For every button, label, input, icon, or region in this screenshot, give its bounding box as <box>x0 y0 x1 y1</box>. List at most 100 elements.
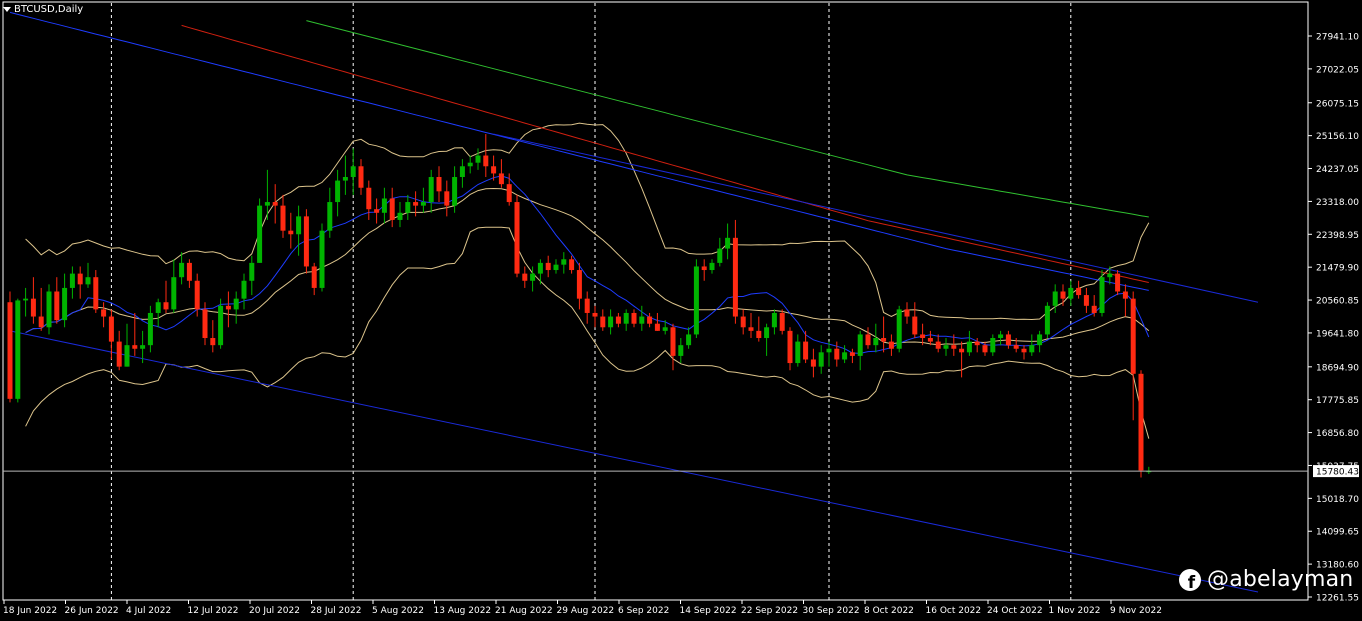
candle-body <box>264 202 270 206</box>
candle-body <box>358 166 364 188</box>
candle-body <box>927 338 933 342</box>
candle-body <box>467 162 473 167</box>
y-tick-label: 19641.80 <box>1316 329 1359 339</box>
candle-body <box>803 341 809 360</box>
symbol-text: BTCUSD,Daily <box>14 3 84 15</box>
watermark-handle: @abelayman <box>1207 567 1354 592</box>
candle-body <box>904 309 910 317</box>
candle-body <box>342 177 348 181</box>
y-tick-label: 22398.95 <box>1316 231 1359 241</box>
candle-body <box>116 341 122 367</box>
candle-body <box>935 341 941 349</box>
candle-body <box>623 312 629 324</box>
candle-body <box>1115 273 1121 292</box>
candle-body <box>319 230 325 288</box>
symbol-label[interactable]: BTCUSD,Daily <box>3 2 83 16</box>
candle-body <box>522 273 528 281</box>
x-tick-label: 6 Sep 2022 <box>618 606 669 616</box>
candle-body <box>335 180 341 203</box>
candle-body <box>397 212 403 220</box>
candle-body <box>23 298 29 301</box>
candle-body <box>740 316 746 328</box>
candle-body <box>1029 345 1035 353</box>
candle-body <box>30 298 36 317</box>
candle-body <box>631 312 637 324</box>
y-tick-label: 18694.90 <box>1316 363 1359 373</box>
candle-body <box>857 334 863 356</box>
candle-body <box>998 334 1004 339</box>
x-tick-label: 21 Aug 2022 <box>495 606 553 616</box>
candle-body <box>600 316 606 328</box>
x-tick-label: 4 Jul 2022 <box>126 606 171 616</box>
candle-body <box>990 338 996 353</box>
candle-body <box>15 300 21 399</box>
candle-body <box>693 266 699 335</box>
candle-body <box>951 345 957 349</box>
candle-body <box>296 216 302 235</box>
candle-body <box>662 327 668 331</box>
price-chart[interactable]: 27941.10 27022.05 26075.15 25156.10 24237.05… <box>0 0 1362 621</box>
x-tick-label: 14 Sep 2022 <box>680 606 737 616</box>
candle-body <box>1083 295 1089 306</box>
x-tick-label: 5 Aug 2022 <box>372 606 424 616</box>
y-tick-label: 26075.15 <box>1316 99 1359 109</box>
price-axis: 27941.10 27022.05 26075.15 25156.10 24237.05… <box>1308 33 1359 604</box>
candle-body <box>171 277 177 310</box>
candle-body <box>506 184 512 203</box>
candle-body <box>732 237 738 317</box>
candle-body <box>615 316 621 324</box>
candle-body <box>873 338 879 346</box>
candle-body <box>569 259 575 271</box>
candle-body <box>1076 287 1082 296</box>
candle-body <box>1044 305 1050 335</box>
candle-body <box>686 334 692 346</box>
candle-body <box>717 248 723 263</box>
candle-body <box>1107 273 1113 278</box>
y-tick-label: 14099.65 <box>1316 528 1359 538</box>
candle-body <box>93 277 99 310</box>
candle-body <box>912 316 918 335</box>
candle-body <box>420 202 426 206</box>
candle-body <box>654 323 660 331</box>
candle-body <box>834 348 840 360</box>
candle-body <box>218 305 224 346</box>
candle-body <box>974 341 980 346</box>
candle-body <box>147 312 153 346</box>
candle-body <box>810 359 816 367</box>
candle-body <box>678 345 684 356</box>
y-tick-label: 27022.05 <box>1316 65 1359 75</box>
candle-body <box>530 273 536 281</box>
candle-body <box>576 270 582 299</box>
candle-body <box>186 262 192 281</box>
candle-body <box>795 341 801 364</box>
candle-body <box>608 316 614 328</box>
y-tick-label: 16856.80 <box>1316 429 1359 439</box>
candle-body <box>498 173 504 185</box>
candle-body <box>881 338 887 342</box>
candle-body <box>1052 291 1058 306</box>
y-tick-label: 12261.55 <box>1316 594 1359 604</box>
candle-body <box>303 216 309 267</box>
candle-body <box>982 345 988 353</box>
candle-body <box>132 345 138 349</box>
x-tick-label: 20 Jul 2022 <box>249 606 300 616</box>
candle-body <box>179 262 185 278</box>
candle-body <box>966 341 972 353</box>
candle-body <box>101 309 107 317</box>
candle-body <box>163 302 169 310</box>
candle-body <box>257 205 263 263</box>
facebook-icon: f <box>1179 568 1201 591</box>
candle-body <box>366 187 372 210</box>
candle-body <box>241 280 247 299</box>
candle-body <box>1005 334 1011 346</box>
y-tick-label: 20560.85 <box>1316 297 1359 307</box>
x-tick-label: 18 Jun 2022 <box>3 606 57 616</box>
candle-body <box>592 312 598 317</box>
y-tick-label: 25156.10 <box>1316 132 1359 142</box>
candle-body <box>1130 298 1136 374</box>
candle-body <box>140 345 146 349</box>
candle-body <box>1037 334 1043 346</box>
candle-body <box>725 237 731 249</box>
x-tick-label: 22 Sep 2022 <box>741 606 798 616</box>
candle-body <box>77 273 83 285</box>
